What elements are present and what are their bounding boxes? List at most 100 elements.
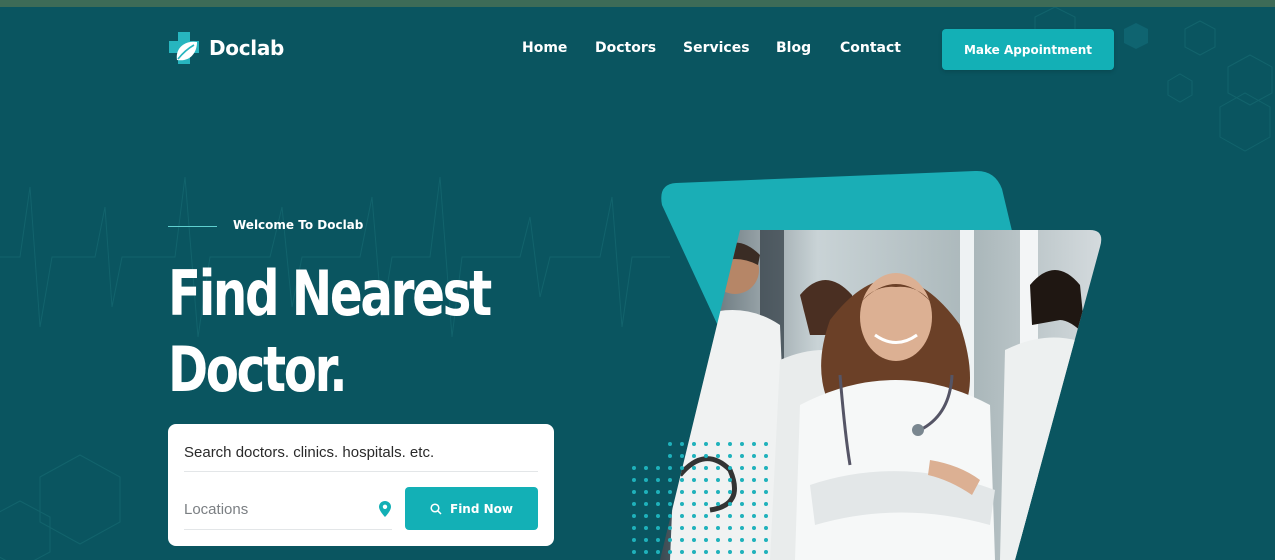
- decorative-dot: [764, 514, 768, 518]
- decorative-dot: [680, 442, 684, 446]
- decorative-dot: [692, 466, 696, 470]
- decorative-dot: [668, 514, 672, 518]
- decorative-dot: [764, 454, 768, 458]
- decorative-dot: [728, 490, 732, 494]
- decorative-dot: [632, 550, 636, 554]
- decorative-dot: [680, 538, 684, 542]
- decorative-dot: [692, 502, 696, 506]
- decorative-dot: [740, 550, 744, 554]
- decorative-dot: [716, 490, 720, 494]
- decorative-dot: [668, 538, 672, 542]
- decorative-dot: [704, 442, 708, 446]
- decorative-dot: [644, 490, 648, 494]
- decorative-dot: [728, 526, 732, 530]
- decorative-dot: [668, 526, 672, 530]
- decorative-dot: [632, 538, 636, 542]
- decorative-dot: [656, 478, 660, 482]
- decorative-dot: [632, 514, 636, 518]
- decorative-dot: [740, 466, 744, 470]
- decorative-dot: [740, 526, 744, 530]
- decorative-dot: [740, 514, 744, 518]
- decorative-dot: [692, 490, 696, 494]
- decorative-dot: [764, 490, 768, 494]
- map-pin-icon: [379, 501, 391, 517]
- decorative-dot: [704, 490, 708, 494]
- decorative-dot: [656, 538, 660, 542]
- decorative-dot: [740, 502, 744, 506]
- decorative-dot: [704, 478, 708, 482]
- decorative-dot: [680, 502, 684, 506]
- decorative-dot: [764, 478, 768, 482]
- decorative-dot: [692, 442, 696, 446]
- location-input[interactable]: [184, 490, 392, 530]
- find-now-label: Find Now: [450, 501, 513, 516]
- decorative-dot: [680, 550, 684, 554]
- decorative-dot: [752, 466, 756, 470]
- decorative-dot: [692, 550, 696, 554]
- decorative-dot: [680, 454, 684, 458]
- decorative-dot: [752, 550, 756, 554]
- decorative-dot: [656, 550, 660, 554]
- decorative-dot: [764, 466, 768, 470]
- decorative-dot: [704, 454, 708, 458]
- decorative-dot: [668, 466, 672, 470]
- find-now-button[interactable]: Find Now: [405, 487, 538, 530]
- nav-services[interactable]: Services: [683, 40, 750, 56]
- decorative-dot: [716, 538, 720, 542]
- decorative-dot: [692, 514, 696, 518]
- decorative-dot: [644, 502, 648, 506]
- decorative-dot: [668, 550, 672, 554]
- search-input[interactable]: [184, 434, 538, 472]
- decorative-dot: [716, 466, 720, 470]
- decorative-dot: [752, 502, 756, 506]
- decorative-dot: [764, 538, 768, 542]
- nav-blog[interactable]: Blog: [776, 40, 811, 56]
- decorative-dot: [704, 466, 708, 470]
- decorative-dot: [656, 526, 660, 530]
- decorative-dot: [632, 466, 636, 470]
- nav-home[interactable]: Home: [522, 40, 567, 56]
- decorative-dot: [704, 514, 708, 518]
- decorative-dot: [728, 502, 732, 506]
- decorative-dot: [656, 514, 660, 518]
- decorative-dot: [764, 442, 768, 446]
- nav-doctors[interactable]: Doctors: [595, 40, 656, 56]
- decorative-dot: [680, 490, 684, 494]
- decorative-dot: [668, 454, 672, 458]
- decorative-dot: [704, 538, 708, 542]
- decorative-dot: [728, 514, 732, 518]
- decorative-dot: [716, 442, 720, 446]
- decorative-dot: [704, 550, 708, 554]
- decorative-dot: [668, 478, 672, 482]
- decorative-dot: [764, 526, 768, 530]
- decorative-dot: [740, 454, 744, 458]
- search-card: Find Now: [168, 424, 554, 546]
- decorative-dot: [740, 442, 744, 446]
- decorative-dot: [752, 490, 756, 494]
- decorative-dot: [632, 490, 636, 494]
- decorative-dot: [752, 478, 756, 482]
- decorative-dot: [716, 550, 720, 554]
- decorative-dot: [680, 514, 684, 518]
- top-accent-bar: [0, 0, 1275, 7]
- decorative-dot: [704, 502, 708, 506]
- decorative-dot: [692, 478, 696, 482]
- decorative-dot: [644, 478, 648, 482]
- decorative-dot: [716, 514, 720, 518]
- decorative-dot: [692, 454, 696, 458]
- decorative-dot: [752, 454, 756, 458]
- hero-title: Find Nearest Doctor.: [168, 256, 496, 408]
- decorative-dot: [668, 442, 672, 446]
- decorative-dot: [644, 526, 648, 530]
- nav-contact[interactable]: Contact: [840, 40, 901, 56]
- hero-title-line-2: Doctor.: [168, 333, 348, 406]
- decorative-dot: [644, 466, 648, 470]
- decorative-dot-grid: [632, 442, 768, 554]
- decorative-dot: [728, 550, 732, 554]
- decorative-dot: [728, 538, 732, 542]
- make-appointment-button[interactable]: Make Appointment: [942, 29, 1114, 70]
- decorative-dot: [752, 442, 756, 446]
- decorative-dot: [752, 538, 756, 542]
- eyebrow-divider: [168, 226, 217, 227]
- decorative-dot: [752, 514, 756, 518]
